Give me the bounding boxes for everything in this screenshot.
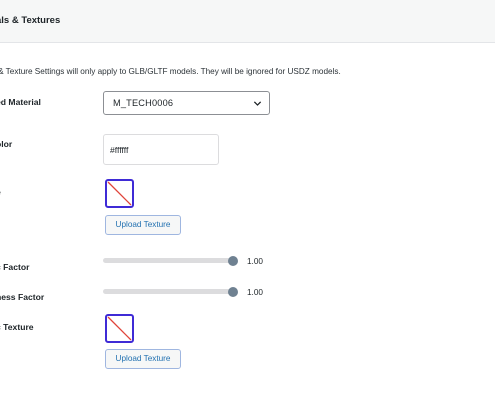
metallic-factor-slider[interactable] <box>103 255 238 266</box>
metallic-factor-value: 1.00 <box>247 257 263 266</box>
color-label: olor <box>0 139 13 149</box>
metallic-factor-thumb[interactable] <box>228 255 238 266</box>
empty-texture-icon <box>107 316 132 341</box>
material-select[interactable]: M_TECH0006 <box>103 91 270 115</box>
empty-texture-icon <box>107 181 132 206</box>
metallic-texture-label: c Texture <box>0 322 34 332</box>
format-notice: l & Texture Settings will only apply to … <box>0 67 341 76</box>
material-select-value: M_TECH0006 <box>113 98 174 108</box>
roughness-factor-value: 1.00 <box>247 288 263 297</box>
texture-label: e <box>0 187 1 197</box>
texture-preview[interactable] <box>105 179 134 208</box>
color-input[interactable]: #ffffff <box>103 134 219 165</box>
metallic-factor-label: c Factor <box>0 262 30 272</box>
roughness-factor-label: ness Factor <box>0 292 45 302</box>
metallic-texture-preview[interactable] <box>105 314 134 343</box>
roughness-factor-slider[interactable] <box>103 286 238 297</box>
chevron-down-icon <box>253 101 262 106</box>
color-input-value: #ffffff <box>110 145 129 155</box>
section-header: als & Textures <box>0 0 495 43</box>
section-title: als & Textures <box>0 15 61 26</box>
roughness-factor-thumb[interactable] <box>228 286 238 297</box>
upload-metallic-texture-button[interactable]: Upload Texture <box>105 349 181 369</box>
upload-texture-button[interactable]: Upload Texture <box>105 215 181 235</box>
material-label: ed Material <box>0 97 41 107</box>
